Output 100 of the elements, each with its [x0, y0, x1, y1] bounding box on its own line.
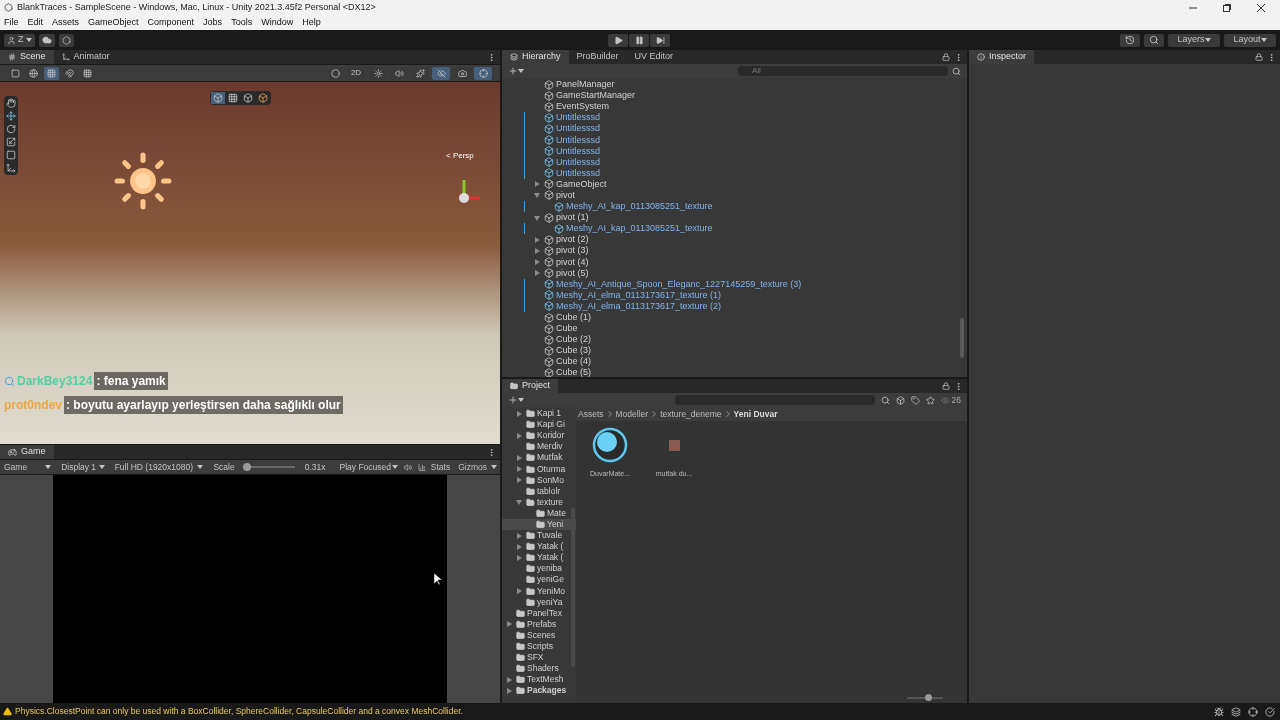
search-button[interactable] [1144, 33, 1164, 47]
hierarchy-item[interactable]: Cube (3) [556, 345, 591, 357]
hand-icon[interactable] [5, 97, 17, 109]
view-option-icon[interactable] [241, 92, 255, 104]
material-sphere-icon[interactable] [592, 427, 628, 463]
add-button[interactable] [508, 395, 524, 405]
gizmos-dropdown[interactable]: Gizmos [455, 460, 500, 474]
foldout-arrow-icon[interactable] [516, 588, 522, 595]
hierarchy-item[interactable]: Cube [556, 323, 578, 335]
type-filter-icon[interactable] [895, 395, 905, 405]
history-button[interactable] [1120, 33, 1140, 47]
stats-button[interactable]: Stats [427, 460, 454, 474]
check-icon[interactable] [1265, 706, 1275, 717]
menu-item[interactable]: GameObject [88, 15, 139, 30]
hierarchy-item[interactable]: Meshy_AI_elma_0113173617_texture (1) [556, 289, 721, 301]
foldout-arrow-icon[interactable] [534, 259, 540, 266]
folder-item[interactable]: Yatak ( [502, 552, 576, 564]
hierarchy-item[interactable]: Meshy_AI_Antique_Spoon_Eleganc_1227145259_texture (3) [556, 278, 802, 290]
hierarchy-item[interactable]: GameObject [556, 178, 607, 190]
close-icon[interactable] [1257, 3, 1265, 12]
more-icon[interactable] [487, 447, 496, 457]
foldout-arrow-icon[interactable] [506, 687, 512, 694]
folder-item[interactable]: TextMesh [502, 674, 576, 686]
search-field[interactable]: All [738, 66, 948, 76]
maximize-icon[interactable] [1223, 3, 1231, 12]
slider-thumb[interactable] [243, 463, 252, 471]
folder-item[interactable]: Prefabs [502, 618, 576, 630]
layout-dropdown[interactable]: Layout [1224, 33, 1276, 47]
menu-item[interactable]: Help [302, 15, 321, 30]
view-option-icon[interactable] [226, 92, 240, 104]
panel-tab[interactable]: ProBuilder [568, 50, 627, 64]
panel-tab[interactable]: Game [0, 445, 54, 459]
folder-item[interactable]: Scenes [502, 629, 576, 641]
status-message[interactable]: Physics.ClosestPoint can only be used with a BoxCollider, SphereCollider, CapsuleCollider and a convex MeshCollider. [15, 705, 463, 718]
folder-item[interactable]: PanelTex [502, 607, 576, 619]
foldout-arrow-icon[interactable] [534, 247, 540, 254]
folder-item[interactable]: yeniGe [502, 574, 576, 586]
hierarchy-item[interactable]: Untitlesssd [556, 167, 600, 179]
more-icon[interactable] [487, 52, 496, 62]
hierarchy-item[interactable]: Meshy_AI_kap_0113085251_texture [566, 201, 713, 213]
scene-tool-button[interactable] [26, 66, 41, 80]
collab-button[interactable] [58, 33, 74, 47]
move-icon[interactable] [5, 110, 17, 122]
panel-tab[interactable]: Inspector [969, 50, 1035, 64]
menu-item[interactable]: Edit [27, 15, 44, 30]
folder-item[interactable]: yeniYa [502, 596, 576, 608]
texture-thumbnail[interactable] [668, 439, 680, 451]
target-icon[interactable] [1248, 706, 1258, 717]
hierarchy-item[interactable]: Cube (2) [556, 334, 591, 346]
panel-tab[interactable]: Scene [0, 50, 54, 64]
folder-item[interactable]: Merdiv [502, 441, 576, 453]
lock-icon[interactable] [1255, 53, 1263, 61]
scene-viewport[interactable]: < Persp DarkBey3124 : fena yamık prot0ndev : boyutu ayarlayıp yerleştirsen daha sağlıklı olur [0, 82, 500, 444]
pause-button[interactable] [629, 33, 649, 47]
stats-icon[interactable] [417, 462, 426, 472]
add-button[interactable] [508, 66, 524, 76]
play-mode-dropdown[interactable]: Play Focused [335, 460, 402, 474]
view-option-icon[interactable] [211, 92, 225, 104]
hierarchy-item[interactable]: pivot (3) [556, 245, 589, 257]
scene-tool-button[interactable] [44, 66, 59, 80]
hierarchy-item[interactable]: PanelManager [556, 79, 615, 91]
hierarchy-item[interactable]: GameStartManager [556, 90, 636, 102]
menu-item[interactable]: File [4, 15, 19, 30]
mute-icon[interactable] [403, 462, 412, 472]
hierarchy-item[interactable]: Cube (1) [556, 312, 591, 323]
view-option-icon[interactable] [256, 92, 270, 104]
breadcrumb-item[interactable]: Modeller [615, 407, 649, 421]
foldout-arrow-icon[interactable] [534, 270, 540, 277]
foldout-arrow-icon[interactable] [534, 214, 540, 221]
folder-item[interactable]: Mate [502, 507, 576, 519]
hierarchy-item[interactable]: Untitlesssd [556, 145, 600, 157]
panel-tab[interactable]: UV Editor [626, 50, 682, 64]
hierarchy-item[interactable]: pivot (1) [556, 212, 589, 224]
scene-tool-button[interactable] [62, 66, 77, 80]
foldout-arrow-icon[interactable] [534, 192, 540, 199]
folder-item[interactable]: Yatak ( [502, 541, 576, 553]
breadcrumb-item[interactable]: Yeni Duvar [733, 407, 778, 421]
scene-tool-button[interactable] [80, 66, 95, 80]
foldout-arrow-icon[interactable] [516, 477, 522, 484]
menu-item[interactable]: Jobs [203, 15, 223, 30]
foldout-arrow-icon[interactable] [516, 543, 522, 550]
folder-item[interactable]: Mutfak [502, 452, 576, 464]
hierarchy-item[interactable]: Untitlesssd [556, 134, 600, 146]
foldout-arrow-icon[interactable] [516, 499, 522, 506]
folder-item[interactable]: tablolr [502, 485, 576, 497]
scene-tool-button[interactable] [8, 66, 23, 80]
hierarchy-item[interactable]: Cube (4) [556, 356, 591, 368]
foldout-arrow-icon[interactable] [516, 466, 522, 472]
hierarchy-item[interactable]: pivot (4) [556, 256, 589, 268]
folder-item[interactable]: Kapi 1 [502, 408, 576, 420]
transform-icon[interactable] [5, 162, 17, 174]
cloud-button[interactable] [38, 33, 55, 47]
folder-item[interactable]: Shaders [502, 663, 576, 675]
menu-item[interactable]: Assets [52, 15, 80, 30]
breadcrumb-item[interactable]: texture_deneme [660, 407, 722, 421]
favorite-icon[interactable] [925, 395, 935, 405]
foldout-arrow-icon[interactable] [506, 676, 512, 683]
hierarchy-item[interactable]: Cube (5) [556, 367, 591, 377]
hierarchy-item[interactable]: Untitlesssd [556, 112, 600, 124]
folder-item[interactable]: SFX [502, 652, 576, 664]
